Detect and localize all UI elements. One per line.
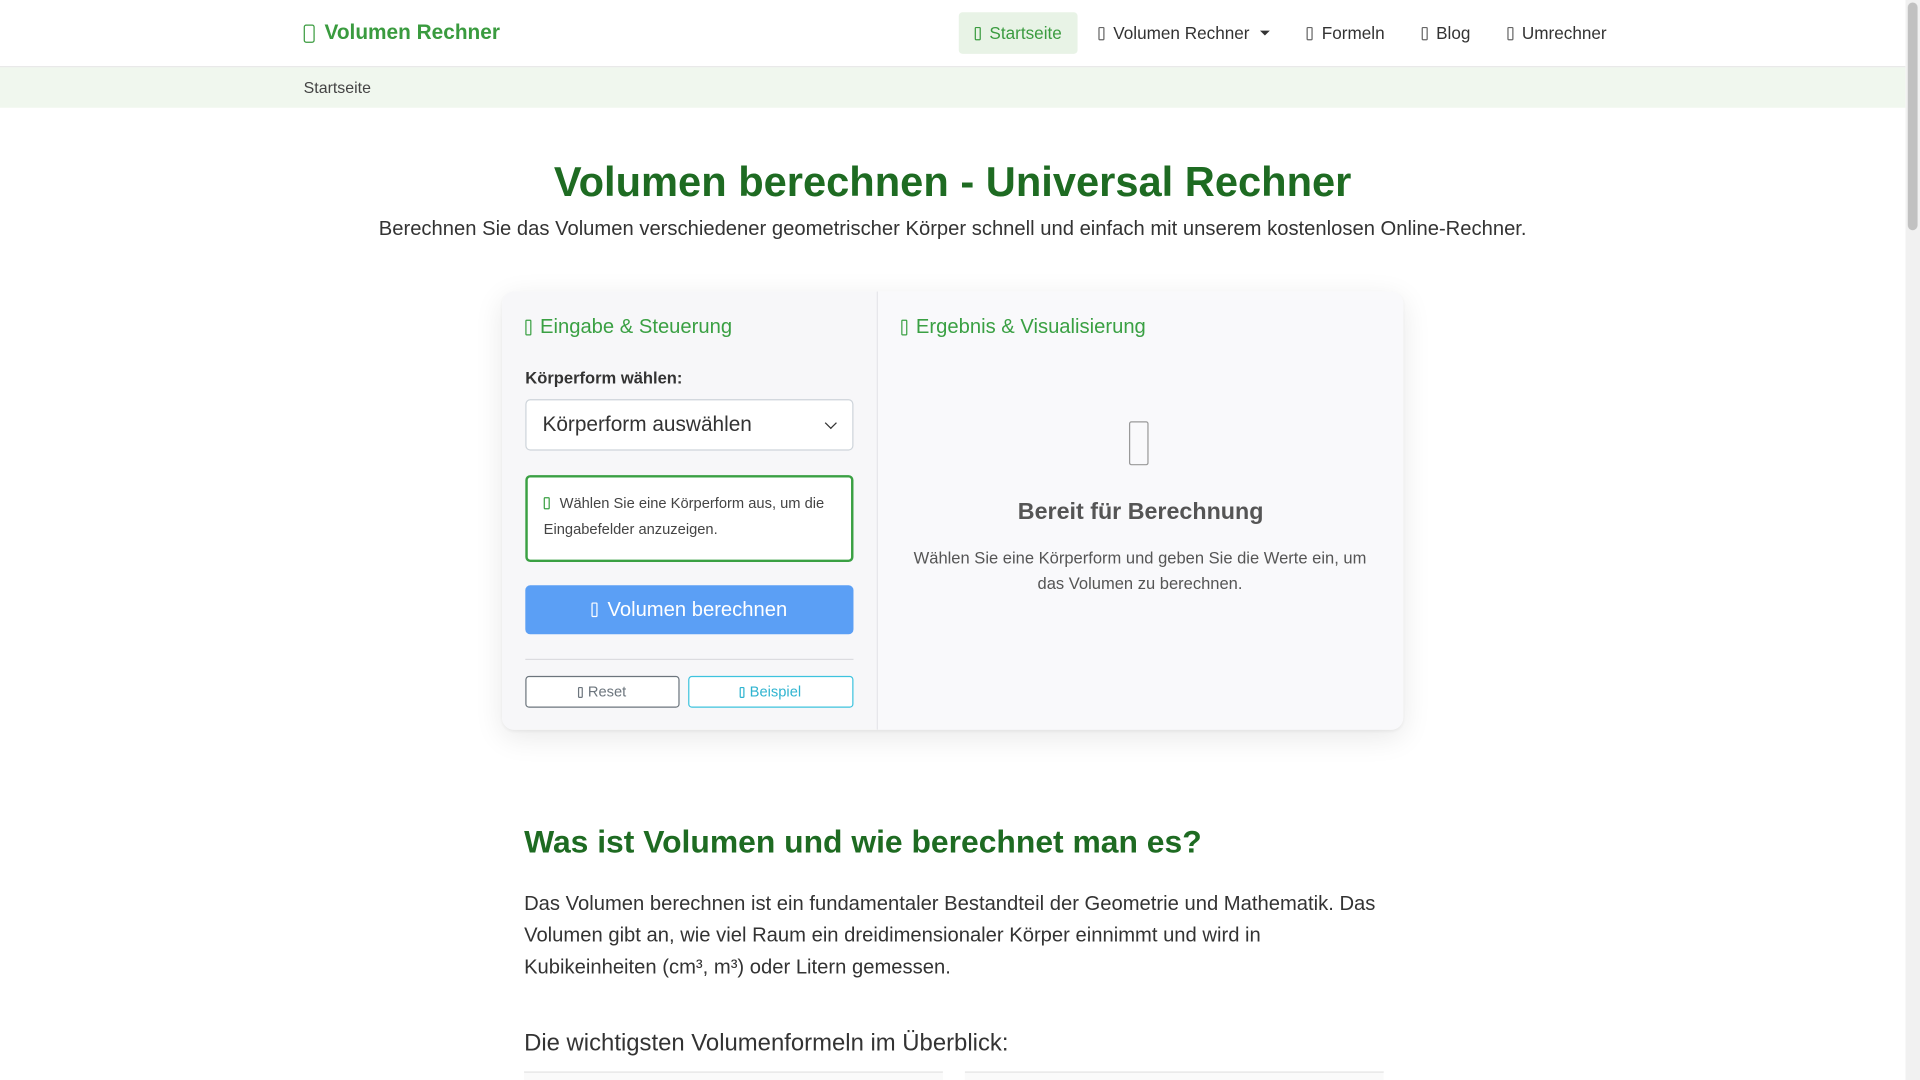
result-panel: Ergebnis & Visualisierung Bereit für Ber… — [877, 291, 1404, 730]
input-panel-title: Eingabe & Steuerung — [525, 316, 853, 339]
calculate-button-label: Volumen berechnen — [607, 598, 788, 621]
nav-menu: Startseite Volumen Rechner Formeln Blog … — [958, 12, 1628, 54]
undo-icon — [578, 686, 583, 698]
nav-item-label: Blog — [1436, 23, 1471, 43]
brand-link[interactable]: Volumen Rechner — [303, 20, 500, 45]
page-title: Volumen berechnen - Universal Rechner — [553, 159, 1352, 206]
formula-card — [964, 1071, 1384, 1080]
secondary-buttons: Reset Beispiel — [525, 675, 854, 708]
page: Volumen Rechner Startseite Volumen Rechn… — [0, 0, 1920, 1080]
result-panel-title: Ergebnis & Visualisierung — [901, 316, 1380, 339]
divider — [525, 658, 854, 661]
chart-icon — [901, 319, 908, 336]
example-button-label: Beispiel — [749, 683, 802, 701]
reset-button[interactable]: Reset — [525, 675, 680, 708]
nav-item-label: Startseite — [989, 23, 1062, 43]
nav-item-startseite[interactable]: Startseite — [958, 12, 1078, 54]
cube-icon — [303, 23, 315, 43]
chevron-down-icon — [824, 417, 837, 430]
nav-item-volumen-rechner[interactable]: Volumen Rechner — [1083, 12, 1287, 54]
formula-icon — [1307, 26, 1314, 40]
page-subtitle: Berechnen Sie das Volumen verschiedener … — [378, 217, 1527, 241]
exchange-icon — [1507, 26, 1514, 40]
nav-item-label: Formeln — [1321, 23, 1385, 43]
info-icon — [543, 497, 550, 510]
input-panel: Eingabe & Steuerung Körperform wählen: K… — [502, 291, 878, 730]
shape-select-value: Körperform auswählen — [542, 412, 752, 436]
input-panel-title-text: Eingabe & Steuerung — [540, 315, 733, 338]
nav-item-umrechner[interactable]: Umrechner — [1491, 12, 1622, 54]
sliders-icon — [525, 319, 532, 336]
calculator-card: Eingabe & Steuerung Körperform wählen: K… — [502, 291, 1404, 730]
result-panel-title-text: Ergebnis & Visualisierung — [915, 315, 1146, 338]
home-icon — [974, 26, 981, 40]
formula-card — [524, 1071, 943, 1080]
shape-select[interactable]: Körperform auswählen — [525, 399, 854, 451]
caret-down-icon — [1260, 30, 1271, 36]
shape-label: Körperform wählen: — [525, 368, 683, 387]
reset-button-label: Reset — [587, 683, 627, 701]
calculator-icon — [591, 602, 598, 618]
brand-name: Volumen Rechner — [324, 20, 500, 45]
scrollbar-thumb[interactable] — [1907, 2, 1918, 231]
calculator-icon — [1098, 26, 1105, 40]
nav-item-blog[interactable]: Blog — [1405, 12, 1486, 54]
nav-item-label: Umrechner — [1521, 23, 1607, 43]
article-paragraph: Das Volumen berechnen ist ein fundamenta… — [524, 892, 1376, 979]
lightbulb-icon — [739, 686, 745, 698]
blog-icon — [1421, 26, 1428, 40]
article: Was ist Volumen und wie berechnet man es… — [524, 823, 1393, 1058]
ready-title: Bereit für Berechnung — [1017, 499, 1264, 526]
breadcrumb-bar: Startseite — [0, 67, 1906, 108]
breadcrumb: Startseite — [303, 78, 371, 97]
calculate-button[interactable]: Volumen berechnen — [525, 585, 854, 635]
nav-item-formeln[interactable]: Formeln — [1291, 12, 1400, 54]
info-hint: Wählen Sie eine Körperform aus, um die E… — [525, 475, 854, 563]
ready-text: Wählen Sie eine Körperform und geben Sie… — [913, 548, 1367, 593]
nav-item-label: Volumen Rechner — [1113, 23, 1250, 43]
cube-placeholder-icon — [1128, 421, 1149, 466]
info-hint-text: Wählen Sie eine Körperform aus, um die E… — [543, 494, 825, 538]
example-button[interactable]: Beispiel — [687, 675, 854, 708]
navbar: Volumen Rechner Startseite Volumen Rechn… — [0, 0, 1906, 68]
article-subheading: Die wichtigsten Volumenformeln im Überbl… — [524, 1029, 1009, 1057]
article-heading: Was ist Volumen und wie berechnet man es… — [524, 822, 1202, 860]
